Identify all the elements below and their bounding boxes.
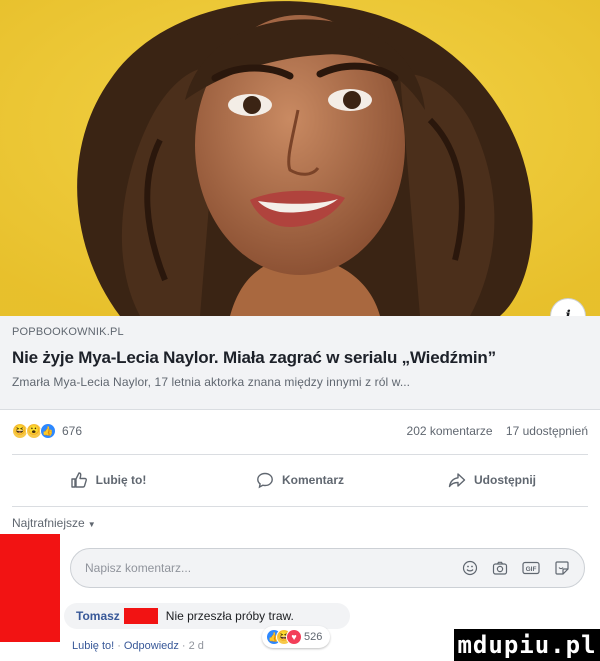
comment-actions: Lubię to! · Odpowiedz · 2 d (72, 640, 204, 652)
comment-button-label: Komentarz (281, 473, 344, 487)
comment-input[interactable]: Napisz komentarz... GIF (70, 548, 585, 588)
comment-time[interactable]: 2 d (189, 640, 204, 652)
redacted-surname (123, 608, 158, 624)
comment-text: Nie przeszła próby traw. (165, 609, 294, 623)
comment-input-placeholder: Napisz komentarz... (85, 561, 192, 575)
comment-sort-dropdown[interactable]: Najtrafniejsze ▼ (12, 516, 96, 530)
svg-text:GIF: GIF (526, 566, 537, 573)
love-icon: ♥ (286, 629, 302, 645)
link-headline[interactable]: Nie żyje Mya-Lecia Naylor. Miała zagrać … (12, 348, 588, 368)
separator: · (181, 640, 186, 652)
comment-reactions[interactable]: 👍 😆 ♥ 526 (262, 626, 331, 648)
link-preview[interactable]: POPBOOKOWNIK.PL Nie żyje Mya-Lecia Naylo… (0, 316, 600, 410)
sort-label: Najtrafniejsze (12, 516, 85, 530)
post-stats: 😆 😮 👍 676 202 komentarze 17 udostępnień (12, 418, 588, 444)
post-photo[interactable]: i (0, 0, 600, 316)
portrait-illustration (0, 0, 600, 316)
caret-down-icon: ▼ (87, 520, 96, 529)
link-summary: Zmarła Mya-Lecia Naylor, 17 letnia aktor… (12, 375, 411, 389)
share-button-label: Udostępnij (474, 473, 536, 487)
comments-count[interactable]: 202 komentarze (407, 424, 493, 438)
sticker-icon[interactable] (554, 560, 570, 576)
like-button-label: Lubię to! (95, 473, 147, 487)
comment-author[interactable]: Tomasz (76, 609, 120, 623)
thumbs-up-icon (70, 471, 88, 489)
gif-icon[interactable]: GIF (522, 560, 540, 576)
share-arrow-icon (448, 471, 466, 489)
divider (12, 506, 588, 507)
reactions-summary[interactable]: 😆 😮 👍 676 (12, 423, 82, 439)
like-icon: 👍 (40, 423, 56, 439)
comment-reply-link[interactable]: Odpowiedz (124, 640, 179, 652)
comment-like-link[interactable]: Lubię to! (72, 640, 114, 652)
like-button[interactable]: Lubię to! (12, 462, 204, 498)
comment-button[interactable]: Komentarz (204, 462, 396, 498)
separator: · (117, 640, 121, 652)
redacted-avatar (0, 534, 60, 642)
speech-bubble-icon (256, 471, 274, 489)
shares-count[interactable]: 17 udostępnień (506, 424, 588, 438)
reaction-count: 676 (62, 424, 83, 438)
share-button[interactable]: Udostępnij (396, 462, 588, 498)
emoji-icon[interactable] (462, 560, 478, 576)
post-actions: Lubię to! Komentarz Udostępnij (12, 462, 588, 498)
camera-icon[interactable] (492, 560, 508, 576)
link-domain: POPBOOKOWNIK.PL (12, 326, 124, 338)
comment-reaction-count: 526 (304, 631, 323, 643)
divider (12, 454, 588, 455)
watermark-logo: mdupiu.pl (454, 629, 600, 661)
